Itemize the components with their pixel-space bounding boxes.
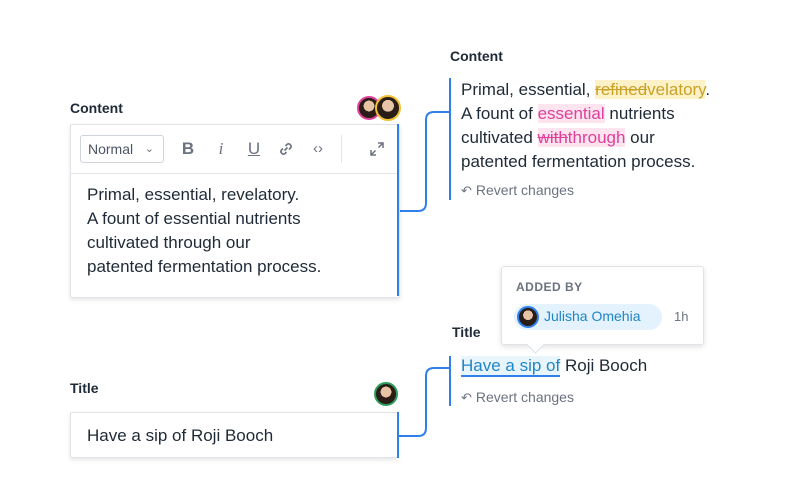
editor-change-indicator [397, 124, 399, 296]
avatar-yellow[interactable] [375, 95, 401, 121]
title-diff-bar [449, 356, 451, 406]
format-select[interactable]: Normal ⌄ [80, 135, 164, 163]
revert-content-button[interactable]: ↶ Revert changes [461, 182, 574, 199]
diff-line: patented fermentation process. [461, 152, 696, 171]
title-diff-label: Title [452, 324, 481, 340]
diff-text: A fount of [461, 104, 538, 123]
code-icon[interactable]: ‹› [307, 137, 329, 161]
avatar-green[interactable] [374, 382, 398, 406]
revert-title-button[interactable]: ↶ Revert changes [461, 389, 574, 406]
time-ago: 1h [674, 309, 689, 324]
editor-toolbar: Normal ⌄ B i U ‹› [71, 125, 399, 174]
diff-text: Roji Booch [560, 356, 648, 375]
title-input[interactable]: Have a sip of Roji Booch [70, 412, 398, 458]
content-diff-label: Content [450, 48, 503, 64]
editor-line: patented fermentation process. [87, 257, 322, 276]
chevron-down-icon: ⌄ [144, 143, 154, 155]
expand-icon[interactable] [366, 137, 388, 164]
diff-line: A fount of essential nutrients [461, 102, 710, 126]
italic-button[interactable]: i [210, 137, 232, 161]
inserted-text[interactable]: essential [537, 104, 605, 123]
deleted-text[interactable]: with [537, 128, 568, 147]
added-by-tooltip: ADDED BY Julisha Omehia 1h [501, 266, 704, 345]
user-name: Julisha Omehia [544, 308, 641, 324]
diff-text: nutrients [604, 104, 675, 123]
title-change-indicator [397, 412, 399, 458]
revert-label: Revert changes [475, 182, 574, 198]
diff-line: Primal, essential, refinedvelatory. [461, 78, 710, 102]
diff-text: . [705, 80, 711, 99]
deleted-text[interactable]: refined [595, 80, 648, 99]
title-diff-text: Have a sip of Roji Booch [461, 354, 647, 378]
diff-text: Primal, essential, [461, 80, 596, 99]
inserted-text[interactable]: velatory [647, 80, 706, 99]
tooltip-heading: ADDED BY [516, 280, 583, 294]
content-diff-text: Primal, essential, refinedvelatory. A fo… [461, 78, 710, 174]
editor-line: A fount of essential nutrients [87, 209, 301, 228]
editor-line: cultivated through our [87, 233, 251, 252]
content-label: Content [70, 100, 123, 116]
undo-icon: ↶ [461, 390, 472, 405]
content-editor-body[interactable]: Primal, essential, revelatory. A fount o… [87, 183, 389, 279]
diff-text: our [625, 128, 655, 147]
diff-line: cultivated withthrough our [461, 126, 710, 150]
underline-button[interactable]: U [243, 137, 265, 161]
user-chip[interactable]: Julisha Omehia [514, 304, 662, 330]
format-select-value: Normal [88, 141, 134, 157]
title-label: Title [70, 380, 99, 396]
avatar-julisha [517, 306, 539, 328]
undo-icon: ↶ [461, 183, 472, 198]
toolbar-divider [341, 135, 342, 163]
inserted-text[interactable]: through [567, 128, 626, 147]
inserted-text[interactable]: Have a sip of [461, 356, 561, 377]
link-icon[interactable] [275, 137, 297, 165]
editor-line: Primal, essential, revelatory. [87, 185, 300, 204]
revert-label: Revert changes [475, 389, 574, 405]
content-diff-bar [449, 78, 451, 200]
bold-button[interactable]: B [177, 137, 199, 161]
diff-text: cultivated [461, 128, 538, 147]
content-editor: Normal ⌄ B i U ‹› Primal, essential, rev… [70, 124, 400, 298]
